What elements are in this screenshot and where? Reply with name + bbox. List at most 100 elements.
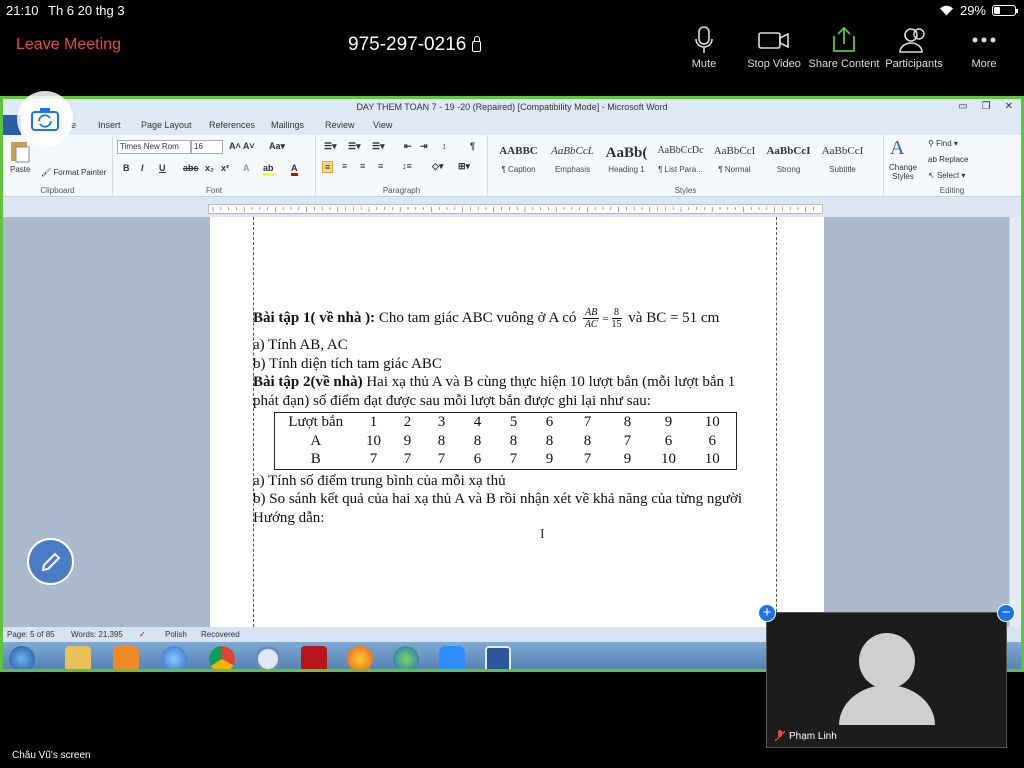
style-preview: AaBbCcI: [766, 145, 811, 157]
exercise-1-part-a: a) Tính AB, AC: [253, 337, 348, 353]
format-painter[interactable]: 🖌 Format Painter: [41, 168, 106, 177]
mute-button[interactable]: Mute: [668, 26, 740, 70]
zoom-out-icon[interactable]: −: [997, 604, 1015, 622]
restore-icon[interactable]: ❐: [982, 99, 991, 115]
row-header-cell: Lượt bắn: [288, 414, 344, 430]
font-color-icon[interactable]: A: [291, 163, 298, 176]
align-left-icon[interactable]: ≡: [322, 161, 334, 173]
meeting-id[interactable]: 975-297-0216: [348, 34, 482, 56]
file-explorer-icon[interactable]: [65, 646, 91, 669]
style-subtitle[interactable]: AaBbCcI Subtitle: [816, 145, 869, 174]
chrome-icon[interactable]: [209, 646, 235, 669]
more-button[interactable]: More: [948, 26, 1020, 70]
table-cell: 7: [623, 432, 632, 449]
shading-icon[interactable]: ◇▾: [432, 161, 443, 172]
change-case-icon[interactable]: Aa▾: [269, 141, 285, 152]
style-caption[interactable]: AABBC ¶ Caption: [492, 145, 545, 174]
tab-references[interactable]: References: [209, 120, 255, 130]
media-player-icon[interactable]: [113, 646, 139, 669]
document-page[interactable]: Bài tập 1( về nhà ): Cho tam giác ABC vu…: [210, 217, 824, 627]
document-text[interactable]: Bài tập 1( về nhà ): Cho tam giác ABC vu…: [253, 307, 777, 527]
numbering-icon[interactable]: ☰▾: [348, 141, 361, 152]
style-list-paragraph[interactable]: AaBbCcDc ¶ List Para...: [654, 145, 707, 174]
strikethrough-icon[interactable]: abc: [183, 163, 199, 173]
highlight-icon[interactable]: ab: [263, 163, 274, 176]
minimize-icon[interactable]: ▭: [958, 99, 967, 115]
style-normal[interactable]: AaBbCcI ¶ Normal: [708, 145, 761, 174]
bullets-icon[interactable]: ☰▾: [324, 141, 337, 152]
find-button[interactable]: ⚲ Find ▾: [928, 139, 958, 148]
table-cell: 9: [664, 414, 673, 430]
messenger-icon[interactable]: [255, 646, 281, 669]
table-cell: 10: [704, 414, 720, 430]
style-heading-1[interactable]: AaBb( Heading 1: [600, 145, 653, 174]
ios-status-bar: 21:10 Th 6 20 thg 3 29%: [0, 0, 1024, 22]
style-strong[interactable]: AaBbCcI Strong: [762, 145, 815, 174]
internet-explorer-icon[interactable]: [161, 646, 187, 669]
line-spacing-icon[interactable]: ↕≡: [402, 161, 412, 171]
font-size-box[interactable]: 16: [191, 140, 223, 154]
bold-icon[interactable]: B: [123, 163, 130, 173]
tab-review[interactable]: Review: [325, 120, 355, 130]
text-effects-icon[interactable]: A: [243, 163, 250, 173]
page-count[interactable]: Page: 5 of 85: [7, 630, 55, 639]
exercise-1-title: Bài tập 1( về nhà ):: [253, 309, 376, 326]
underline-icon[interactable]: U: [159, 163, 166, 173]
recovered-status: Recovered: [201, 630, 240, 639]
change-styles-label: Change Styles: [888, 163, 918, 181]
video-camera-icon: [758, 32, 789, 49]
annotate-button[interactable]: [27, 538, 74, 585]
firefox-icon[interactable]: [347, 646, 373, 669]
justify-icon[interactable]: ≡: [378, 161, 383, 171]
superscript-icon[interactable]: x²: [221, 163, 229, 173]
increase-indent-icon[interactable]: ⇥: [420, 141, 428, 152]
style-emphasis[interactable]: AaBbCcL Emphasis: [546, 145, 599, 174]
borders-icon[interactable]: ⊞▾: [458, 161, 470, 172]
align-center-icon[interactable]: ≡: [342, 161, 347, 171]
screen-sync-button[interactable]: [17, 91, 73, 147]
style-label: Heading 1: [608, 165, 645, 174]
language[interactable]: Polish: [165, 630, 187, 639]
table-cell: 6: [708, 432, 717, 449]
participants-button[interactable]: Participants: [878, 26, 950, 70]
replace-button[interactable]: ab Replace: [928, 155, 969, 164]
change-styles-button[interactable]: A Change Styles: [884, 135, 922, 197]
stop-video-button[interactable]: Stop Video: [738, 26, 810, 70]
tab-insert[interactable]: Insert: [98, 120, 121, 130]
select-button[interactable]: ↖ Select ▾: [928, 171, 965, 180]
close-icon[interactable]: ✕: [1005, 99, 1013, 115]
zoom-app-icon[interactable]: [439, 646, 465, 669]
paste-label[interactable]: Paste: [10, 165, 30, 174]
tab-mailings[interactable]: Mailings: [271, 120, 304, 130]
multilevel-list-icon[interactable]: ☰▾: [372, 141, 385, 152]
style-label: Emphasis: [554, 165, 591, 174]
leave-meeting-button[interactable]: Leave Meeting: [16, 36, 121, 54]
guide-heading: Hướng dẫn:: [253, 509, 325, 526]
grow-font-icon[interactable]: A˄ A˅: [229, 141, 255, 151]
network-globe-icon[interactable]: [393, 646, 419, 669]
garena-icon[interactable]: [301, 646, 327, 669]
word-count[interactable]: Words: 21,395: [71, 630, 123, 639]
zoom-in-icon[interactable]: +: [758, 604, 776, 622]
italic-icon[interactable]: I: [141, 163, 144, 173]
table-cell: 7: [437, 451, 446, 467]
horizontal-ruler[interactable]: [208, 204, 823, 214]
paste-icon[interactable]: [9, 139, 31, 163]
decrease-indent-icon[interactable]: ⇤: [404, 141, 412, 152]
font-name-box[interactable]: Times New Rom: [117, 140, 191, 154]
table-row: B 7 7 7 6 7 9 7 9 10 10: [275, 450, 737, 469]
word-title-bar: DAY THEM TOAN 7 - 19 -20 (Repaired) [Com…: [3, 99, 1021, 115]
word-app-icon[interactable]: [485, 646, 511, 669]
pilcrow-icon[interactable]: ¶: [470, 141, 475, 151]
text-cursor-icon: I: [540, 527, 545, 542]
participant-video-tile[interactable]: Phạm Linh: [766, 612, 1007, 748]
align-right-icon[interactable]: ≡: [360, 161, 365, 171]
subscript-icon[interactable]: x₂: [205, 163, 214, 173]
tab-page-layout[interactable]: Page Layout: [141, 120, 192, 130]
proofing-icon[interactable]: ✓: [139, 630, 146, 639]
share-content-button[interactable]: Share Content: [808, 26, 880, 70]
vertical-scrollbar[interactable]: [1009, 217, 1021, 627]
start-button-icon[interactable]: [9, 646, 35, 669]
tab-view[interactable]: View: [373, 120, 392, 130]
sort-icon[interactable]: ↕: [442, 141, 447, 151]
